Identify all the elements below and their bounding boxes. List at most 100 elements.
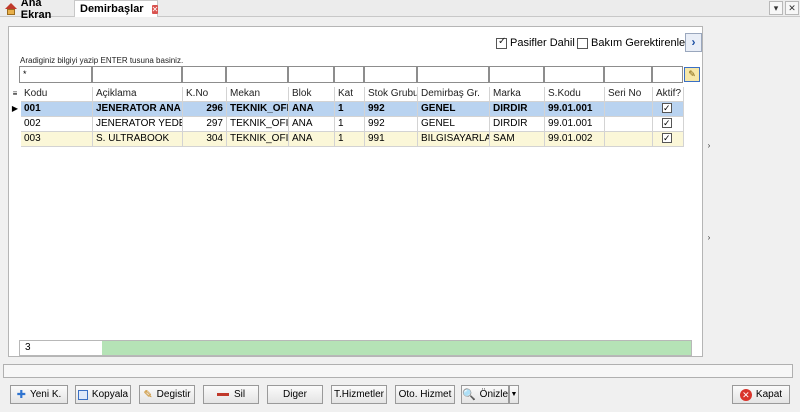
column-chooser-icon[interactable]: ≡ — [9, 87, 21, 102]
filter-search-icon[interactable]: ✎ — [684, 67, 700, 82]
cell-kat[interactable]: 1 — [335, 132, 365, 147]
cell-kat[interactable]: 1 — [335, 102, 365, 117]
cell-aciklama[interactable]: S. ULTRABOOK — [93, 132, 183, 147]
diger-button[interactable]: Diger — [267, 385, 323, 404]
cell-blok[interactable]: ANA — [289, 102, 335, 117]
plus-icon: ✚ — [16, 389, 26, 401]
row-indicator — [9, 117, 21, 132]
cell-blok[interactable]: ANA — [289, 117, 335, 132]
aktif-checkbox[interactable] — [662, 102, 672, 115]
checkbox-icon[interactable] — [577, 37, 588, 49]
cell-mekan[interactable]: TEKNIK_OFIS — [227, 102, 289, 117]
col-header-mekan[interactable]: Mekan — [227, 87, 289, 102]
tab-demirbaslar[interactable]: Demirbaşlar ✕ — [74, 0, 159, 17]
cell-mekan[interactable]: TEKNIK_OFIS — [227, 117, 289, 132]
cell-skodu[interactable]: 99.01.001 — [545, 117, 605, 132]
filter-kat[interactable] — [334, 66, 364, 83]
home-icon — [5, 2, 17, 15]
cell-demirbas-gr[interactable]: GENEL — [418, 102, 490, 117]
filter-demirbas-gr[interactable] — [417, 66, 489, 83]
filter-kno[interactable] — [182, 66, 226, 83]
oto-hizmet-button[interactable]: Oto. Hizmet — [395, 385, 455, 404]
kopyala-button[interactable]: Kopyala — [75, 385, 131, 404]
tab-dropdown-button[interactable]: ▾ — [769, 1, 783, 15]
aktif-checkbox[interactable] — [662, 132, 672, 145]
checkbox-icon[interactable] — [496, 36, 507, 49]
yeni-kayit-button[interactable]: ✚ Yeni K. — [10, 385, 68, 404]
cell-aciklama[interactable]: JENERATOR YEDEK — [93, 117, 183, 132]
chevron-right-icon[interactable]: › — [705, 233, 713, 243]
cell-demirbas-gr[interactable]: BILGISAYARLAR — [418, 132, 490, 147]
cell-aktif[interactable] — [653, 132, 684, 147]
col-header-marka[interactable]: Marka — [490, 87, 545, 102]
next-arrow-button[interactable]: › — [685, 33, 702, 52]
cell-stok-grubu[interactable]: 992 — [365, 102, 418, 117]
col-header-kno[interactable]: K.No — [183, 87, 227, 102]
col-header-kodu[interactable]: Kodu — [21, 87, 93, 102]
kapat-button[interactable]: ✕ Kapat — [732, 385, 790, 404]
sil-button[interactable]: Sil — [203, 385, 259, 404]
bakim-gerektirenler-checkbox[interactable]: Bakım Gerektirenler — [577, 35, 689, 51]
filter-seri-no[interactable] — [604, 66, 652, 83]
filter-aciklama[interactable] — [92, 66, 182, 83]
cell-marka[interactable]: DIRDIR — [490, 102, 545, 117]
filter-skodu[interactable] — [544, 66, 604, 83]
col-header-kat[interactable]: Kat — [335, 87, 365, 102]
degistir-button[interactable]: ✎ Degistir — [139, 385, 195, 404]
tab-ana-ekran[interactable]: Ana Ekran — [2, 0, 74, 21]
cell-skodu[interactable]: 99.01.002 — [545, 132, 605, 147]
cell-seri-no[interactable] — [605, 117, 653, 132]
col-header-stok-grubu[interactable]: Stok Grubu — [365, 87, 418, 102]
cell-demirbas-gr[interactable]: GENEL — [418, 117, 490, 132]
col-header-aciklama[interactable]: Açiklama — [93, 87, 183, 102]
cell-kat[interactable]: 1 — [335, 117, 365, 132]
cell-stok-grubu[interactable]: 992 — [365, 117, 418, 132]
cell-aciklama[interactable]: JENERATOR ANA — [93, 102, 183, 117]
cell-seri-no[interactable] — [605, 102, 653, 117]
col-header-blok[interactable]: Blok — [289, 87, 335, 102]
yeni-kayit-label: Yeni K. — [29, 389, 62, 400]
cell-aktif[interactable] — [653, 102, 684, 117]
table-row[interactable]: ▶ 001 JENERATOR ANA 296 TEKNIK_OFIS ANA … — [9, 102, 702, 117]
tab-ana-ekran-label: Ana Ekran — [20, 0, 52, 21]
filter-kodu[interactable]: * — [19, 66, 92, 83]
cell-kodu[interactable]: 002 — [21, 117, 93, 132]
window-close-button[interactable]: ✕ — [785, 1, 799, 15]
table-row[interactable]: 003 S. ULTRABOOK 304 TEKNIK_OFIS ANA 1 9… — [9, 132, 702, 147]
close-icon[interactable]: ✕ — [151, 4, 159, 14]
side-splitter[interactable]: › › — [703, 26, 715, 357]
cell-kno[interactable]: 296 — [183, 102, 227, 117]
cell-marka[interactable]: SAM — [490, 132, 545, 147]
onizle-dropdown-button[interactable]: ▼ — [509, 385, 519, 404]
table-row[interactable]: 002 JENERATOR YEDEK 297 TEKNIK_OFIS ANA … — [9, 117, 702, 132]
col-header-aktif[interactable]: Aktif? — [653, 87, 684, 102]
cell-aktif[interactable] — [653, 117, 684, 132]
cell-kno[interactable]: 297 — [183, 117, 227, 132]
record-count: 3 — [25, 342, 31, 353]
cell-stok-grubu[interactable]: 991 — [365, 132, 418, 147]
chevron-right-icon[interactable]: › — [705, 141, 713, 151]
cell-skodu[interactable]: 99.01.001 — [545, 102, 605, 117]
cell-kno[interactable]: 304 — [183, 132, 227, 147]
row-indicator-icon: ▶ — [11, 104, 19, 113]
onizle-button[interactable]: 🔍 Önizle — [461, 385, 509, 404]
filter-mekan[interactable] — [226, 66, 288, 83]
filter-marka[interactable] — [489, 66, 544, 83]
kopyala-label: Kopyala — [91, 389, 129, 400]
cell-seri-no[interactable] — [605, 132, 653, 147]
pasifler-dahil-checkbox[interactable]: Pasifler Dahil — [496, 35, 575, 51]
tab-demirbaslar-label: Demirbaşlar — [80, 3, 144, 15]
col-header-skodu[interactable]: S.Kodu — [545, 87, 605, 102]
filter-aktif[interactable] — [652, 66, 683, 83]
cell-blok[interactable]: ANA — [289, 132, 335, 147]
cell-marka[interactable]: DIRDIR — [490, 117, 545, 132]
t-hizmetler-button[interactable]: T.Hizmetler — [331, 385, 387, 404]
col-header-seri-no[interactable]: Seri No — [605, 87, 653, 102]
cell-kodu[interactable]: 003 — [21, 132, 93, 147]
cell-kodu[interactable]: 001 — [21, 102, 93, 117]
col-header-demirbas-gr[interactable]: Demirbaş Gr. — [418, 87, 490, 102]
filter-stok-grubu[interactable] — [364, 66, 417, 83]
cell-mekan[interactable]: TEKNIK_OFIS — [227, 132, 289, 147]
filter-blok[interactable] — [288, 66, 334, 83]
aktif-checkbox[interactable] — [662, 117, 672, 130]
